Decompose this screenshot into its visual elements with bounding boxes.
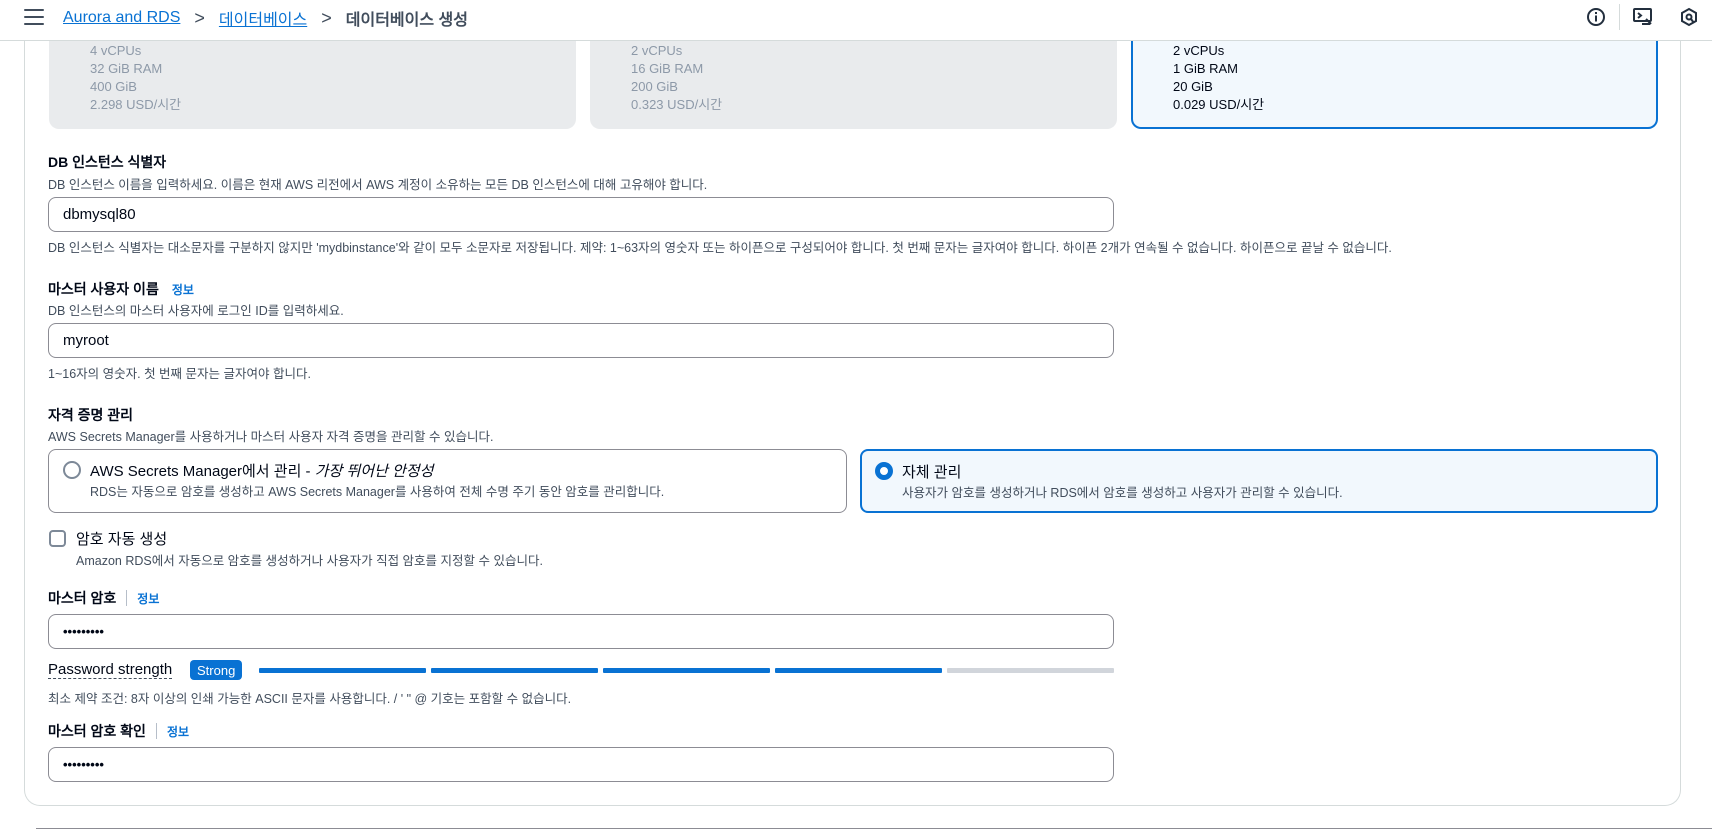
db-identifier-label-text: DB 인스턴스 식별자 <box>48 154 167 170</box>
self-managed-desc: 사용자가 암호를 생성하거나 RDS에서 암호를 생성하고 사용자가 관리할 수… <box>902 486 1343 500</box>
divider <box>36 828 1712 829</box>
breadcrumb-databases[interactable]: 데이터베이스 <box>219 6 307 30</box>
card-1-price: 2.298 USD/시간 <box>90 97 182 112</box>
master-username-input[interactable]: myroot <box>48 323 1114 358</box>
self-managed-radio[interactable] <box>875 462 893 480</box>
secrets-manager-desc: RDS는 자동으로 암호를 생성하고 AWS Secrets Manager를 … <box>90 485 665 499</box>
master-password-label: 마스터 암호 정보 <box>48 588 159 608</box>
master-username-description: DB 인스턴스의 마스터 사용자에 로그인 ID를 입력하세요. <box>48 304 344 318</box>
secrets-manager-option[interactable]: AWS Secrets Manager에서 관리 - 가장 뛰어난 안정성 RD… <box>48 449 847 513</box>
auto-password-description: Amazon RDS에서 자동으로 암호를 생성하거나 사용자가 직접 암호를 … <box>76 554 543 568</box>
secrets-manager-radio[interactable] <box>63 461 81 479</box>
card-3-ram: 1 GiB RAM <box>1173 61 1239 76</box>
credentials-label: 자격 증명 관리 <box>48 405 133 425</box>
breadcrumb-separator: > <box>321 8 332 28</box>
master-password-constraint: 최소 제약 조건: 8자 이상의 인쇄 가능한 ASCII 문자를 사용합니다.… <box>48 692 572 706</box>
master-username-info-link[interactable]: 정보 <box>172 281 194 298</box>
master-password-input[interactable]: ••••••••• <box>48 614 1114 649</box>
breadcrumb-aurora-rds[interactable]: Aurora and RDS <box>63 9 180 27</box>
secrets-manager-title-italic: 가장 뛰어난 안정성 <box>314 463 434 480</box>
db-identifier-constraint: DB 인스턴스 식별자는 대소문자를 구분하지 않지만 'mydbinstanc… <box>48 241 1392 255</box>
card-1-storage: 400 GiB <box>90 79 137 94</box>
breadcrumb-current: 데이터베이스 생성 <box>345 12 468 29</box>
card-2-ram: 16 GiB RAM <box>631 61 704 76</box>
strength-segment <box>259 668 426 673</box>
confirm-password-input[interactable]: ••••••••• <box>48 747 1114 782</box>
password-strength-badge: Strong <box>190 660 243 680</box>
confirm-password-info-link[interactable]: 정보 <box>167 723 189 740</box>
master-username-constraint: 1~16자의 영숫자. 첫 번째 문자는 글자여야 합니다. <box>48 367 311 381</box>
card-2-storage: 200 GiB <box>631 79 678 94</box>
auto-password-checkbox[interactable] <box>49 530 66 547</box>
breadcrumb-separator: > <box>194 8 205 28</box>
strength-segment <box>431 668 598 673</box>
menu-icon[interactable] <box>24 7 44 27</box>
cloudshell-icon[interactable] <box>1620 0 1666 34</box>
master-username-label-text: 마스터 사용자 이름 <box>48 281 159 297</box>
db-identifier-label: DB 인스턴스 식별자 <box>48 152 166 172</box>
card-3-price: 0.029 USD/시간 <box>1173 97 1265 112</box>
master-password-info-link[interactable]: 정보 <box>137 590 159 607</box>
confirm-password-label: 마스터 암호 확인 정보 <box>48 721 189 741</box>
secrets-manager-title-text: AWS Secrets Manager에서 관리 - <box>90 463 315 480</box>
credentials-label-text: 자격 증명 관리 <box>48 407 134 423</box>
top-actions <box>1573 0 1712 34</box>
master-password-value: ••••••••• <box>63 624 104 639</box>
db-identifier-input[interactable]: dbmysql80 <box>48 197 1114 232</box>
strength-segment <box>947 668 1114 673</box>
credentials-description: AWS Secrets Manager를 사용하거나 마스터 사용자 자격 증명… <box>48 430 494 444</box>
secrets-manager-title: AWS Secrets Manager에서 관리 - 가장 뛰어난 안정성 <box>90 460 433 481</box>
strength-segment <box>603 668 770 673</box>
breadcrumb: Aurora and RDS > 데이터베이스 > 데이터베이스 생성 <box>63 6 468 30</box>
confirm-password-value: ••••••••• <box>63 757 104 772</box>
label-separator <box>126 590 128 606</box>
db-identifier-value: dbmysql80 <box>63 206 136 223</box>
master-username-value: myroot <box>63 332 109 349</box>
auto-password-label: 암호 자동 생성 <box>76 528 167 549</box>
settings-hex-icon[interactable] <box>1666 0 1712 34</box>
top-navigation-bar: Aurora and RDS > 데이터베이스 > 데이터베이스 생성 <box>0 0 1712 41</box>
auto-password-label-text: 암호 자동 생성 <box>76 531 168 548</box>
strength-segment <box>775 668 942 673</box>
master-password-label-text: 마스터 암호 <box>48 590 117 606</box>
card-2-vcpu: 2 vCPUs <box>631 43 683 58</box>
info-icon[interactable] <box>1573 0 1619 34</box>
card-1-vcpu: 4 vCPUs <box>90 43 142 58</box>
self-managed-title: 자체 관리 <box>902 464 962 481</box>
confirm-password-label-text: 마스터 암호 확인 <box>48 723 146 739</box>
card-1-ram: 32 GiB RAM <box>90 61 163 76</box>
card-2-price: 0.323 USD/시간 <box>631 97 723 112</box>
password-strength-label: Password strength <box>48 661 173 679</box>
db-identifier-description: DB 인스턴스 이름을 입력하세요. 이름은 현재 AWS 리전에서 AWS 계… <box>48 178 708 192</box>
self-managed-option[interactable]: 자체 관리 사용자가 암호를 생성하거나 RDS에서 암호를 생성하고 사용자가… <box>860 449 1658 513</box>
master-username-label: 마스터 사용자 이름 정보 <box>48 279 194 299</box>
card-3-storage: 20 GiB <box>1173 79 1213 94</box>
label-separator <box>155 723 157 739</box>
card-3-vcpu: 2 vCPUs <box>1173 43 1225 58</box>
